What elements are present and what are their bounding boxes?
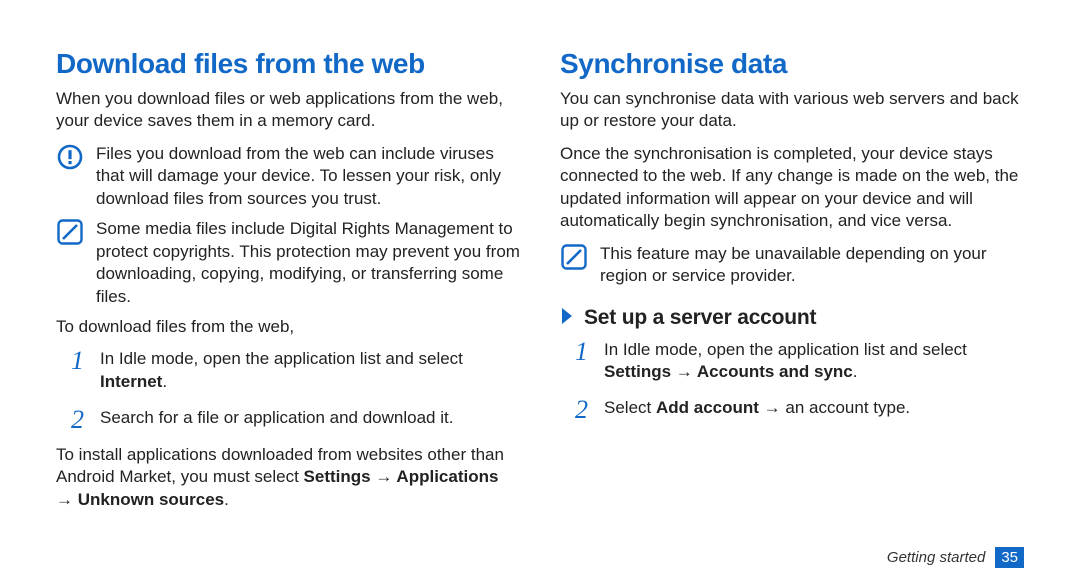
text-fragment: In Idle mode, open the application list …: [604, 340, 967, 359]
left-lead: To download files from the web,: [56, 316, 520, 338]
step-text: In Idle mode, open the application list …: [100, 349, 463, 390]
manual-page: Download files from the web When you dow…: [0, 0, 1080, 586]
right-steps: 1 In Idle mode, open the application lis…: [594, 339, 1024, 420]
note-icon: [56, 218, 84, 246]
right-p2: Once the synchronisation is completed, y…: [560, 143, 1024, 233]
left-intro: When you download files or web applicati…: [56, 88, 520, 133]
bold-fragment: Internet: [100, 372, 162, 391]
note-callout-right: This feature may be unavailable dependin…: [560, 243, 1024, 288]
left-tail: To install applications downloaded from …: [56, 444, 520, 511]
step-number: 2: [56, 405, 84, 435]
warning-text: Files you download from the web can incl…: [96, 143, 520, 210]
text-fragment: In Idle mode, open the application list …: [100, 349, 463, 368]
right-section-title: Synchronise data: [560, 48, 1024, 80]
text-fragment: .: [224, 490, 229, 509]
note-text-left: Some media files include Digital Rights …: [96, 218, 520, 308]
right-step-2: 2 Select Add account → an account type.: [594, 397, 1024, 419]
note-text-right: This feature may be unavailable dependin…: [600, 243, 1024, 288]
text-fragment: → an account type.: [759, 398, 910, 417]
footer-section-label: Getting started: [887, 549, 985, 566]
left-steps: 1 In Idle mode, open the application lis…: [90, 348, 520, 429]
chevron-right-icon: [560, 306, 574, 331]
left-step-1: 1 In Idle mode, open the application lis…: [90, 348, 520, 393]
subheading-text: Set up a server account: [584, 306, 816, 330]
note-icon: [560, 243, 588, 271]
left-step-2: 2 Search for a file or application and d…: [90, 407, 520, 429]
two-column-layout: Download files from the web When you dow…: [56, 48, 1024, 521]
page-number: 35: [995, 547, 1024, 568]
step-text: Select Add account → an account type.: [604, 398, 910, 417]
text-fragment: .: [162, 372, 167, 391]
step-text: In Idle mode, open the application list …: [604, 340, 967, 381]
step-number: 1: [56, 346, 84, 376]
bold-fragment: Settings → Accounts and sync: [604, 362, 853, 381]
note-callout-left: Some media files include Digital Rights …: [56, 218, 520, 308]
warning-callout: Files you download from the web can incl…: [56, 143, 520, 210]
subheading-row: Set up a server account: [560, 306, 1024, 331]
bold-fragment: Add account: [656, 398, 759, 417]
right-column: Synchronise data You can synchronise dat…: [560, 48, 1024, 521]
text-fragment: Select: [604, 398, 656, 417]
warning-icon: [56, 143, 84, 171]
text-fragment: .: [853, 362, 858, 381]
page-footer: Getting started 35: [887, 547, 1024, 568]
step-text: Search for a file or application and dow…: [100, 408, 453, 427]
left-section-title: Download files from the web: [56, 48, 520, 80]
right-p1: You can synchronise data with various we…: [560, 88, 1024, 133]
step-number: 2: [560, 395, 588, 425]
right-step-1: 1 In Idle mode, open the application lis…: [594, 339, 1024, 384]
left-column: Download files from the web When you dow…: [56, 48, 520, 521]
step-number: 1: [560, 337, 588, 367]
